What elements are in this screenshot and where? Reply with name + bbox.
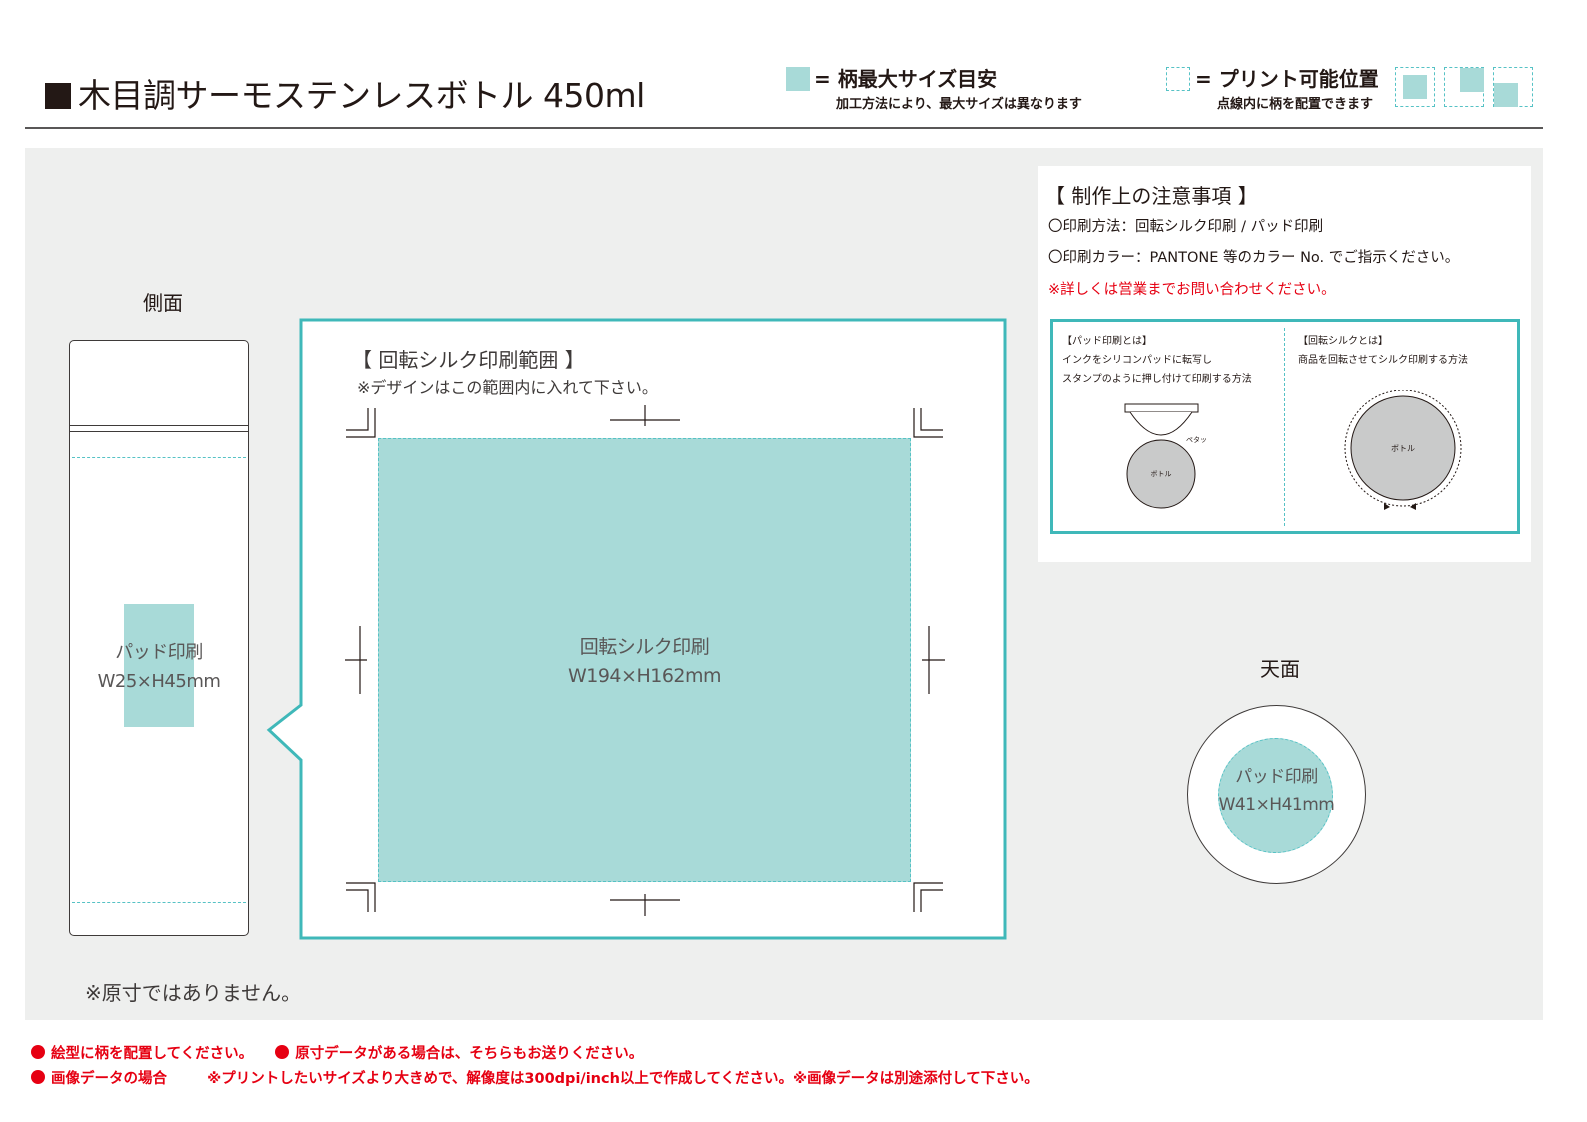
bottle-print-limit-top (72, 457, 246, 458)
rotary-info-title: 【回転シルクとは】 (1298, 336, 1388, 347)
side-pad-print-name: パッド印刷 (115, 642, 203, 663)
top-pad-print-name: パッド印刷 (1235, 767, 1318, 787)
rotary-print-name: 回転シルク印刷 (579, 636, 710, 658)
notes-method: 〇印刷方法：回転シルク印刷 / パッド印刷 (1048, 219, 1324, 235)
bottle-print-limit-bottom (72, 902, 246, 903)
header-divider (25, 127, 1543, 129)
legend-print-position-note: 点線内に柄を配置できます (1217, 97, 1374, 112)
position-example-bottom-icon (1493, 67, 1533, 107)
rotary-info-line1: 商品を回転させてシルク印刷する方法 (1298, 355, 1468, 366)
top-view-label: 天面 (1260, 657, 1300, 681)
footer-line-2: 画像データの場合 ※プリントしたいサイズより大きめで、解像度は300dpi/in… (31, 1067, 1039, 1088)
print-position-swatch-icon (1166, 67, 1190, 91)
bullet-icon (275, 1045, 290, 1059)
rotary-info-text: 【回転シルクとは】 商品を回転させてシルク印刷する方法 (1298, 332, 1468, 370)
rotary-panel-title: 【 回転シルク印刷範囲 】 (352, 348, 585, 372)
rotary-panel-subtitle: ※デザインはこの範囲内に入れて下さい。 (357, 378, 658, 397)
top-pad-print-size: W41×H41mm (1218, 795, 1335, 815)
info-box-divider (1284, 328, 1285, 526)
bottle-cap-line (69, 431, 249, 432)
footer-image-data-label: 画像データの場合 (51, 1071, 167, 1087)
legend-max-size: = 柄最大サイズ目安 (814, 67, 998, 91)
footer-line-1: 絵型に柄を配置してください。 原寸データがある場合は、そちらもお送りください。 (31, 1042, 643, 1063)
footer-image-data-note: ※プリントしたいサイズより大きめで、解像度は300dpi/inch以上で作成して… (207, 1071, 1039, 1087)
footer-note-original-data: 原寸データがある場合は、そちらもお送りください。 (295, 1046, 644, 1062)
rotary-bottle-label: ボトル (1391, 444, 1415, 453)
pad-info-line1: インクをシリコンパッドに転写し (1062, 355, 1212, 366)
side-pad-print-caption: パッド印刷 W25×H45mm (69, 638, 249, 696)
page-title: 木目調サーモステンレスボトル 450ml (78, 76, 645, 115)
legend-print-position: = プリント可能位置 (1195, 67, 1379, 91)
rotary-print-caption: 回転シルク印刷 W194×H162mm (378, 633, 911, 691)
rotary-print-size: W194×H162mm (567, 665, 722, 687)
side-pad-print-size: W25×H45mm (97, 671, 221, 692)
bullet-icon (31, 1045, 45, 1059)
position-example-center-icon (1395, 67, 1435, 107)
notes-color: 〇印刷カラー：PANTONE 等のカラー No. でご指示ください。 (1048, 250, 1460, 266)
notes-contact: ※詳しくは営業までお問い合わせください。 (1048, 282, 1336, 298)
pad-sound-label: ペタッ (1186, 436, 1207, 444)
pad-bottle-label: ボトル (1150, 470, 1172, 478)
notes-title: 【 制作上の注意事項 】 (1045, 184, 1258, 208)
pad-info-line2: スタンプのように押し付けて印刷する方法 (1062, 374, 1252, 385)
side-view-label: 側面 (143, 291, 183, 315)
pad-printing-illustration (1124, 403, 1199, 509)
not-actual-size-note: ※原寸ではありません。 (85, 981, 302, 1005)
legend-max-size-note: 加工方法により、最大サイズは異なります (836, 97, 1082, 112)
position-example-top-icon (1444, 67, 1484, 107)
title-square-icon (45, 83, 71, 109)
top-pad-print-caption: パッド印刷 W41×H41mm (1187, 763, 1366, 819)
pad-info-title: 【パッド印刷とは】 (1062, 336, 1152, 347)
pad-info-text: 【パッド印刷とは】 インクをシリコンパッドに転写し スタンプのように押し付けて印… (1062, 332, 1252, 389)
bottle-cap-line (69, 425, 249, 426)
footer-note-artwork: 絵型に柄を配置してください。 (51, 1046, 254, 1062)
max-size-swatch-icon (786, 67, 810, 91)
bullet-icon (31, 1070, 45, 1084)
